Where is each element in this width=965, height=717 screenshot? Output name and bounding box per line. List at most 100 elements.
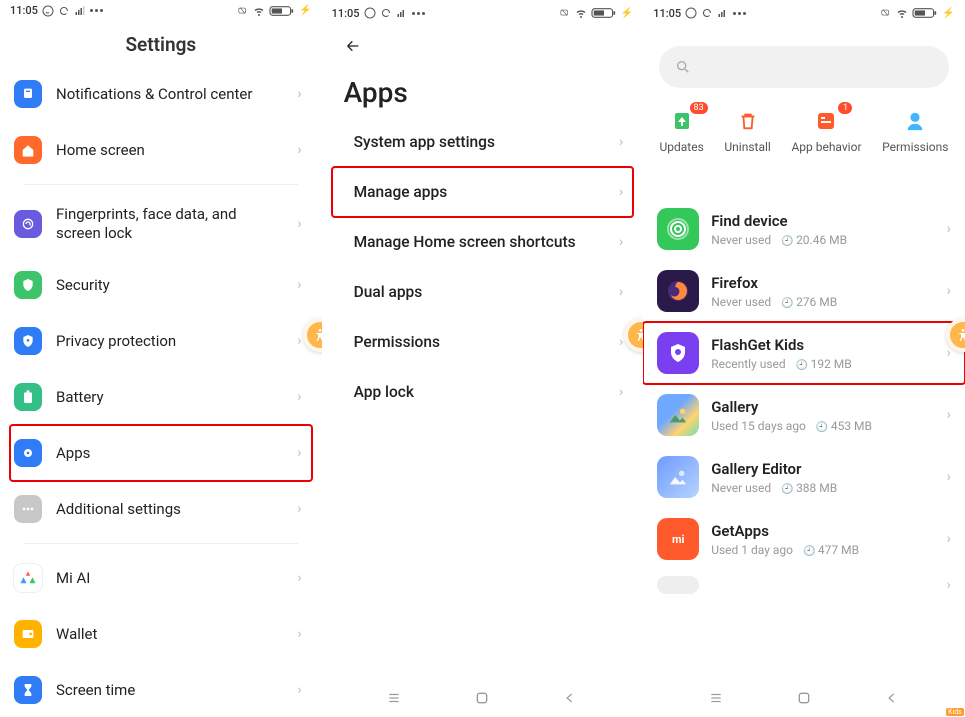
apps-item-label: Manage Home screen shortcuts [354,233,619,251]
nav-recent-button[interactable] [379,688,409,708]
nav-recent-button[interactable] [701,688,731,708]
app-usage: Recently used [711,357,785,371]
settings-item-homescreen[interactable]: Home screen › [10,122,312,178]
status-bar: 11:05 ⚡ [322,0,644,24]
action-label: App behavior [791,140,861,154]
battery-icon [14,383,42,411]
apps-item-permissions[interactable]: Permissions › [332,317,634,367]
battery-icon [591,7,617,19]
settings-item-privacy[interactable]: Privacy protection › [10,313,312,369]
chevron-right-icon: › [619,384,623,400]
status-bar: 11:05 3 ⚡ [0,0,322,19]
settings-item-wallet[interactable]: Wallet › [10,606,312,662]
settings-item-additional[interactable]: Additional settings › [10,481,312,537]
shield-icon [14,271,42,299]
signal-icon [717,7,729,19]
app-icon-partial [657,576,699,594]
status-time: 11:05 [10,4,38,17]
search-input[interactable] [659,46,949,88]
apps-item-label: App lock [354,383,619,401]
settings-item-label: Apps [56,444,283,462]
signal-icon [74,5,86,17]
app-row-gallery[interactable]: Gallery Used 15 days ago 453 MB › [643,384,965,446]
more-icon [733,12,746,15]
nav-back-button[interactable] [555,688,585,708]
app-usage: Never used [711,233,771,247]
charging-icon: ⚡ [299,5,311,16]
svg-text:3: 3 [282,8,285,15]
app-size: 20.46 MB [781,233,847,247]
settings-item-apps[interactable]: Apps › [10,425,312,481]
settings-item-notifications[interactable]: Notifications & Control center › [10,66,312,122]
status-time: 11:05 [332,7,360,20]
chevron-right-icon: › [947,531,951,547]
chevron-right-icon: › [947,221,951,237]
chevron-right-icon: › [619,284,623,300]
chevron-right-icon: › [297,389,301,405]
app-row-firefox[interactable]: Firefox Never used 276 MB › [643,260,965,322]
action-label: Updates [659,140,703,154]
apps-item-dual[interactable]: Dual apps › [332,267,634,317]
settings-item-screentime[interactable]: Screen time › [10,662,312,717]
apps-item-applock[interactable]: App lock › [332,367,634,417]
action-updates[interactable]: 83 Updates [659,108,703,154]
nav-bar [322,679,644,717]
apps-item-label: System app settings [354,133,619,151]
settings-item-label: Screen time [56,681,283,699]
app-usage: Used 15 days ago [711,419,806,433]
trash-icon [732,108,764,134]
battery-icon: 3 [269,5,295,17]
miai-icon [14,564,42,592]
settings-item-miai[interactable]: Mi AI › [10,550,312,606]
action-label: Permissions [882,140,948,154]
apps-item-system[interactable]: System app settings › [332,117,634,167]
settings-item-security[interactable]: Security › [10,257,312,313]
flashget-kids-icon: Kids [657,332,699,374]
sync-icon [380,7,392,19]
more-settings-icon [14,495,42,523]
page-title: Apps [322,58,644,117]
apps-item-label: Dual apps [354,283,619,301]
chevron-right-icon: › [947,283,951,299]
settings-item-label: Privacy protection [56,332,283,350]
find-device-icon [657,208,699,250]
back-button[interactable] [342,39,364,58]
settings-item-label: Additional settings [56,500,283,518]
settings-item-label: Wallet [56,625,283,643]
app-row-find-device[interactable]: Find device Never used 20.46 MB › [643,198,965,260]
bell-icon [14,80,42,108]
app-name: Firefox [711,274,934,292]
search-icon [675,59,691,75]
phone-screen-settings: 11:05 3 ⚡ Settings [0,0,322,717]
apps-item-shortcuts[interactable]: Manage Home screen shortcuts › [332,217,634,267]
apps-item-manage[interactable]: Manage apps › [332,167,634,217]
settings-item-battery[interactable]: Battery › [10,369,312,425]
chevron-right-icon: › [619,334,623,350]
app-row-gallery-editor[interactable]: Gallery Editor Never used 388 MB › [643,446,965,508]
nav-back-button[interactable] [877,688,907,708]
chevron-right-icon: › [297,682,301,698]
app-row-partial[interactable]: › [643,570,965,594]
app-usage: Never used [711,295,771,309]
sync-icon [701,7,713,19]
app-size: 276 MB [781,295,837,309]
app-row-flashget-kids[interactable]: Kids FlashGet Kids Recently used 192 MB … [643,322,965,384]
action-uninstall[interactable]: Uninstall [724,108,770,154]
home-icon [14,136,42,164]
phone-screen-apps: 11:05 ⚡ Apps System app settings › Manag… [322,0,644,717]
nav-home-button[interactable] [467,688,497,708]
settings-item-fingerprint[interactable]: Fingerprints, face data, and screen lock… [10,191,312,257]
apps-item-label: Permissions [354,333,619,351]
chevron-right-icon: › [297,626,301,642]
signal-icon [396,7,408,19]
action-behavior[interactable]: 1 App behavior [791,108,861,154]
more-icon [412,12,425,15]
battery-icon [912,7,938,19]
action-permissions[interactable]: Permissions [882,108,948,154]
app-size: 192 MB [796,357,852,371]
updates-badge: 83 [690,102,708,114]
charging-icon: ⚡ [621,8,633,19]
app-row-getapps[interactable]: mi GetApps Used 1 day ago 477 MB › [643,508,965,570]
nav-home-button[interactable] [789,688,819,708]
chevron-right-icon: › [297,445,301,461]
